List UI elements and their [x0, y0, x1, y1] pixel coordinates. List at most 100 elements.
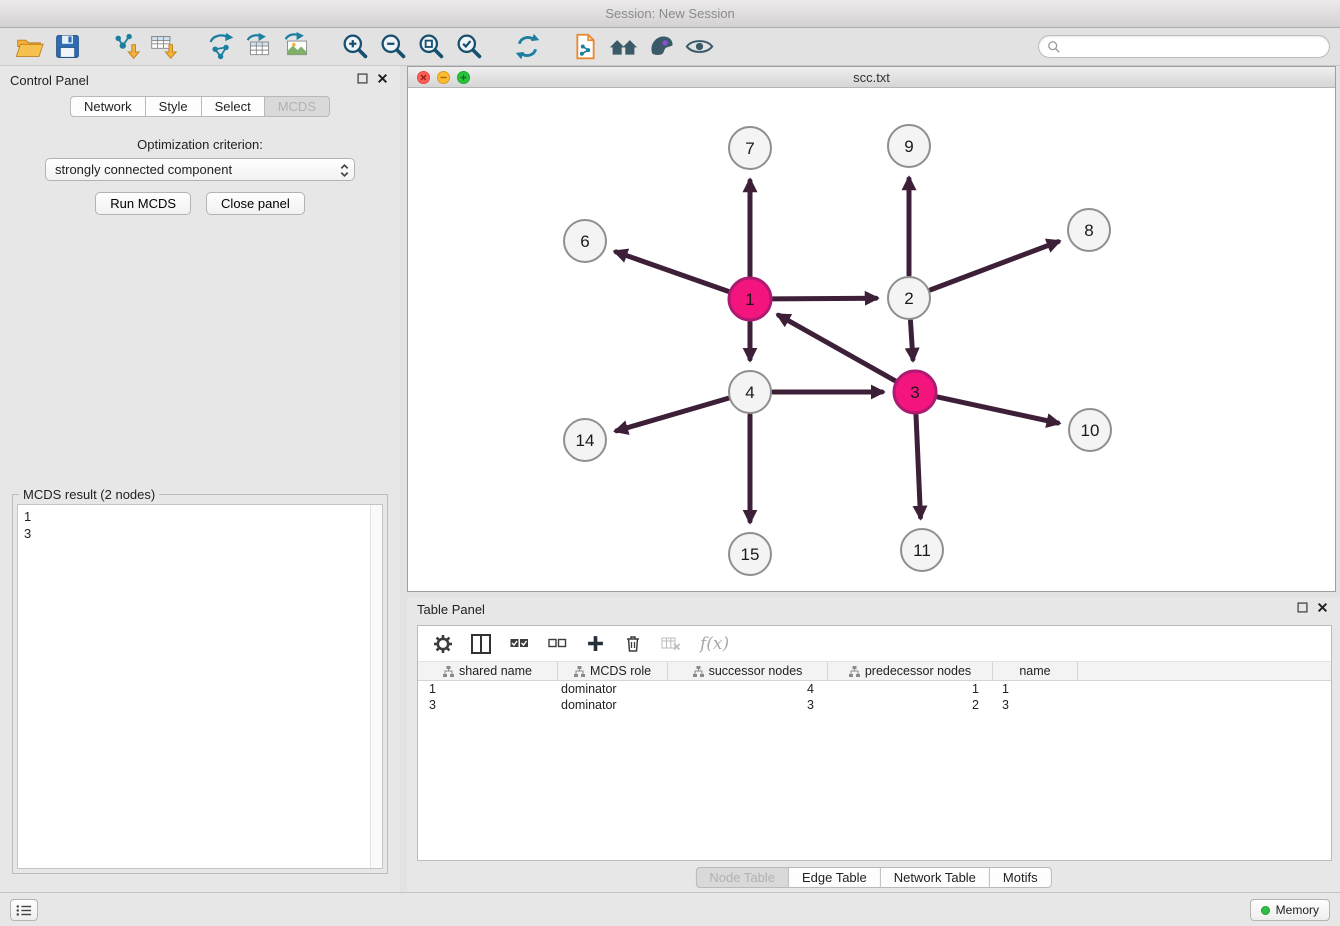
new-network-icon [207, 32, 236, 61]
table-row[interactable]: 1dominator411 [418, 681, 1331, 697]
close-window-icon[interactable] [417, 71, 430, 84]
edge-3-11[interactable] [916, 415, 921, 517]
zoom-out-button[interactable] [374, 30, 412, 64]
edge-3-1[interactable] [779, 315, 895, 381]
table-cell[interactable]: dominator [558, 697, 668, 713]
close-panel-button[interactable]: Close panel [206, 192, 305, 215]
refresh-layout-button[interactable] [508, 30, 546, 64]
table-toolbar: f(x) [418, 626, 1331, 662]
float-panel-icon[interactable] [357, 73, 368, 84]
zoom-out-icon [379, 32, 408, 61]
close-table-panel-icon[interactable] [1317, 602, 1328, 613]
function-builder-button[interactable]: f(x) [700, 634, 729, 654]
edge-1-2[interactable] [773, 298, 876, 299]
node-4[interactable]: 4 [729, 371, 771, 413]
zoom-in-icon [341, 32, 370, 61]
svg-text:9: 9 [904, 137, 913, 156]
task-history-button[interactable] [10, 899, 38, 921]
tree-icon [574, 666, 585, 677]
tab-network-table[interactable]: Network Table [881, 867, 990, 888]
node-7[interactable]: 7 [729, 127, 771, 169]
node-6[interactable]: 6 [564, 220, 606, 262]
node-3[interactable]: 3 [894, 371, 936, 413]
import-network-icon [111, 32, 140, 61]
table-cell[interactable]: 1 [828, 681, 993, 697]
node-10[interactable]: 10 [1069, 409, 1111, 451]
show-hide-button[interactable] [680, 30, 718, 64]
node-2[interactable]: 2 [888, 277, 930, 319]
result-scrollbar[interactable] [370, 505, 382, 868]
run-mcds-button[interactable]: Run MCDS [95, 192, 191, 215]
network-window: scc.txt 7 9 6 8 1 2 4 3 14 10 15 11 [407, 66, 1336, 592]
search-field[interactable] [1038, 35, 1330, 58]
tab-node-table[interactable]: Node Table [695, 867, 789, 888]
minimize-window-icon[interactable] [437, 71, 450, 84]
node-15[interactable]: 15 [729, 533, 771, 575]
table-cell[interactable]: 4 [668, 681, 828, 697]
tab-mcds[interactable]: MCDS [265, 96, 330, 117]
table-row[interactable]: 3dominator323 [418, 697, 1331, 713]
zoom-fit-button[interactable] [412, 30, 450, 64]
search-input[interactable] [1066, 39, 1321, 54]
import-network-file-button[interactable] [106, 30, 144, 64]
memory-button[interactable]: Memory [1250, 899, 1330, 921]
export-image-button[interactable] [278, 30, 316, 64]
node-9[interactable]: 9 [888, 125, 930, 167]
optimization-select[interactable]: strongly connected component [45, 158, 355, 181]
plus-icon [587, 635, 604, 652]
style-palette-button[interactable] [642, 30, 680, 64]
table-cell[interactable]: dominator [558, 681, 668, 697]
import-table-file-button[interactable] [144, 30, 182, 64]
network-graph[interactable]: 7 9 6 8 1 2 4 3 14 10 15 11 [408, 88, 1335, 591]
float-table-panel-icon[interactable] [1297, 602, 1308, 613]
tab-style[interactable]: Style [146, 96, 202, 117]
column-header-predecessor-nodes[interactable]: predecessor nodes [828, 662, 993, 680]
node-8[interactable]: 8 [1068, 209, 1110, 251]
open-session-button[interactable] [10, 30, 48, 64]
delete-rows-button[interactable] [618, 630, 648, 658]
table-cell[interactable]: 2 [828, 697, 993, 713]
tab-select[interactable]: Select [202, 96, 265, 117]
window-titlebar[interactable]: Session: New Session [0, 0, 1340, 28]
tab-network[interactable]: Network [70, 96, 146, 117]
network-window-titlebar[interactable]: scc.txt [408, 67, 1335, 88]
node-11[interactable]: 11 [901, 529, 943, 571]
edge-4-14[interactable] [617, 398, 728, 430]
delete-column-button[interactable] [656, 630, 686, 658]
zoom-window-icon[interactable] [457, 71, 470, 84]
copy-document-button[interactable] [566, 30, 604, 64]
zoom-selected-button[interactable] [450, 30, 488, 64]
table-cell[interactable]: 3 [993, 697, 1078, 713]
select-all-button[interactable] [504, 630, 534, 658]
zoom-in-button[interactable] [336, 30, 374, 64]
column-header-mcds-role[interactable]: MCDS role [558, 662, 668, 680]
table-cell[interactable]: 3 [418, 697, 558, 713]
zoom-fit-icon [417, 32, 446, 61]
tab-motifs[interactable]: Motifs [990, 867, 1052, 888]
mcds-result-list[interactable]: 13 [17, 504, 383, 869]
column-header-successor-nodes[interactable]: successor nodes [668, 662, 828, 680]
table-cell[interactable]: 1 [993, 681, 1078, 697]
deselect-all-button[interactable] [542, 630, 572, 658]
home-button[interactable] [604, 30, 642, 64]
column-header-shared-name[interactable]: shared name [418, 662, 558, 680]
column-header-name[interactable]: name [993, 662, 1078, 680]
edge-2-3[interactable] [911, 321, 913, 359]
tree-icon [849, 666, 860, 677]
add-column-button[interactable] [580, 630, 610, 658]
edge-3-10[interactable] [938, 397, 1058, 423]
checked-boxes-icon [510, 635, 529, 652]
node-1[interactable]: 1 [729, 278, 771, 320]
node-14[interactable]: 14 [564, 419, 606, 461]
new-table-button[interactable] [240, 30, 278, 64]
table-settings-button[interactable] [428, 630, 458, 658]
close-panel-icon[interactable] [377, 73, 388, 84]
table-cell[interactable]: 3 [668, 697, 828, 713]
table-cell[interactable]: 1 [418, 681, 558, 697]
column-visibility-button[interactable] [466, 630, 496, 658]
edge-1-6[interactable] [616, 252, 728, 292]
tab-edge-table[interactable]: Edge Table [789, 867, 881, 888]
new-network-button[interactable] [202, 30, 240, 64]
save-session-button[interactable] [48, 30, 86, 64]
edge-2-8[interactable] [931, 242, 1059, 290]
